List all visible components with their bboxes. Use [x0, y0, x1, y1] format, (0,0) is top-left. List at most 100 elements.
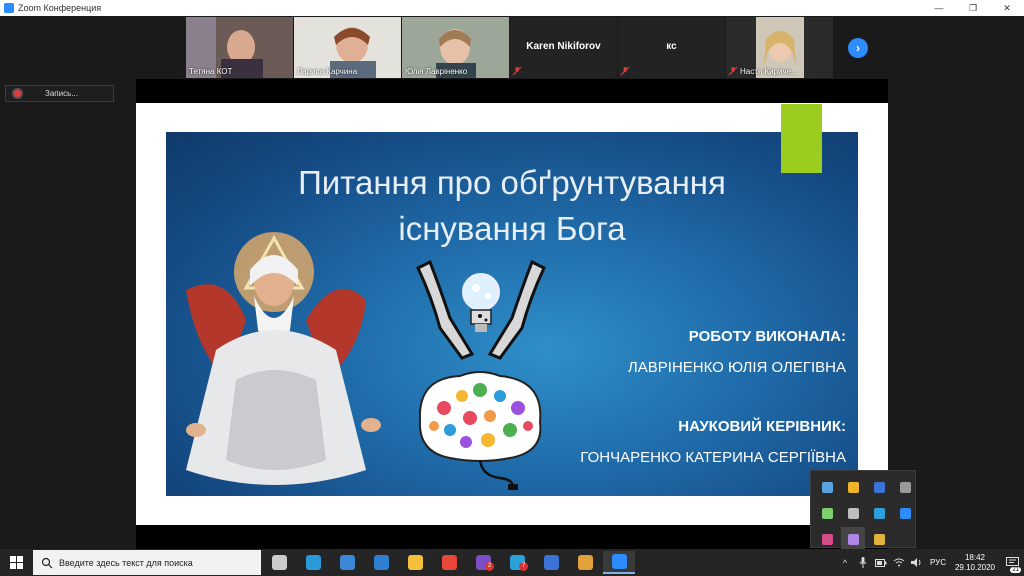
participant-name-large: кс [666, 41, 677, 52]
taskbar-app-task-view[interactable] [263, 551, 295, 574]
window-title: Zoom Конференция [18, 3, 102, 13]
presentation-slide: Питання про обґрунтування існування Бога [166, 132, 858, 496]
title-bar: Zoom Конференция — ❐ ✕ [0, 0, 1024, 16]
muted-mic-icon [512, 66, 522, 76]
tray-popup-item[interactable] [867, 527, 891, 551]
shared-screen-bottom-bar [136, 525, 888, 549]
tray-popup-item[interactable] [815, 527, 839, 551]
tray-popup-item[interactable] [815, 475, 839, 499]
mail-icon [373, 555, 389, 570]
tray-overflow-button[interactable]: ^ [836, 549, 854, 576]
taskbar-app-settings[interactable] [569, 551, 601, 574]
tray-popup-item[interactable] [893, 501, 917, 525]
clock-time: 18:42 [964, 552, 986, 562]
taskbar-search-box[interactable]: Введите здесь текст для поиска [33, 550, 261, 575]
recording-label: Запись... [45, 89, 78, 98]
unread-badge: 7 [519, 562, 528, 571]
wifi-icon[interactable] [890, 549, 908, 576]
unread-badge: 2 [485, 562, 494, 571]
advisor-heading: НАУКОВИЙ КЕРІВНИК: [678, 418, 846, 435]
participant-tile[interactable]: Настя Кириче... [726, 17, 833, 78]
tray-overflow-popup [810, 470, 917, 551]
participant-tile[interactable]: кс [618, 17, 725, 78]
shield-icon [821, 533, 833, 545]
record-icon [14, 90, 21, 97]
tray-popup-item[interactable] [815, 501, 839, 525]
zoom-window: Zoom Конференция — ❐ ✕ Тетяна КОТ Лариса… [0, 0, 1024, 576]
feather-icon [847, 533, 859, 545]
taskbar-app-store[interactable] [331, 551, 363, 574]
clock-date: 29.10.2020 [954, 562, 996, 572]
god-figure-illustration [186, 232, 381, 485]
brain-gears-icon [418, 371, 542, 491]
cloud-icon [847, 507, 859, 519]
muted-mic-icon [728, 66, 738, 76]
printer-icon [873, 533, 885, 545]
recording-button[interactable]: Запись... [5, 85, 114, 102]
task-view-icon [271, 555, 287, 570]
muted-mic-icon [620, 66, 630, 76]
settings-icon [577, 555, 593, 570]
taskbar-app-edge[interactable] [297, 551, 329, 574]
tray-popup-item[interactable] [841, 527, 865, 551]
edge-icon [305, 555, 321, 570]
participant-name: Тетяна КОТ [189, 67, 233, 76]
participant-name: Настя Кириче... [740, 67, 798, 76]
onedrive-icon [821, 481, 833, 493]
taskbar-clock[interactable]: 18:42 29.10.2020 [950, 553, 1000, 573]
zoom-icon [611, 554, 627, 569]
windows-taskbar: Введите здесь текст для поиска 2 7 ^ РУС … [0, 549, 1024, 576]
taskbar-app-explorer[interactable] [399, 551, 431, 574]
participant-strip: Тетяна КОТ Лариса Карчина Юлія Лавріненк… [186, 17, 834, 79]
participant-tile[interactable]: Тетяна КОТ [186, 17, 293, 78]
tray-popup-item[interactable] [867, 475, 891, 499]
tray-popup-item[interactable] [893, 475, 917, 499]
author-name: ЛАВРІНЕНКО ЮЛІЯ ОЛЕГІВНА [627, 359, 846, 376]
notification-count: 21 [1010, 567, 1021, 573]
participant-name-large: Karen Nikiforov [526, 41, 601, 52]
taskbar-app-telegram[interactable]: 7 [501, 551, 533, 574]
taskbar-app-zoom[interactable] [603, 551, 635, 574]
next-participants-button[interactable]: › [848, 38, 868, 58]
slide-accent-bar [781, 104, 822, 173]
search-placeholder: Введите здесь текст для поиска [59, 557, 193, 568]
participant-tile[interactable]: Karen Nikiforov [510, 17, 617, 78]
chrome-icon [441, 555, 457, 570]
telegram-tray-icon [873, 507, 885, 519]
hands-lightbulb-icon [416, 259, 546, 360]
maximize-button[interactable]: ❐ [956, 0, 990, 16]
volume-icon[interactable] [908, 549, 926, 576]
taskbar-app-viber[interactable]: 2 [467, 551, 499, 574]
taskbar-app-chrome[interactable] [433, 551, 465, 574]
participant-name: Лариса Карчина [297, 67, 358, 76]
advisor-name: ГОНЧАРЕНКО КАТЕРИНА СЕРГІЇВНА [580, 449, 846, 466]
close-button[interactable]: ✕ [990, 0, 1024, 16]
participant-tile[interactable]: Лариса Карчина [294, 17, 401, 78]
tray-popup-item[interactable] [841, 501, 865, 525]
participant-tile-active-speaker[interactable]: Юлія Лавріненко [402, 17, 509, 78]
notification-center-button[interactable]: 21 [1000, 549, 1024, 576]
tray-popup-item[interactable] [841, 475, 865, 499]
chat-icon [821, 507, 833, 519]
chevron-right-icon: › [856, 41, 860, 55]
taskbar-app-wps[interactable] [535, 551, 567, 574]
system-tray: ^ РУС 18:42 29.10.2020 21 [836, 549, 1024, 576]
author-heading: РОБОТУ ВИКОНАЛА: [688, 328, 846, 345]
windows-logo-icon [9, 556, 23, 569]
device-icon [899, 481, 911, 493]
minimize-button[interactable]: — [922, 0, 956, 16]
battery-icon[interactable] [872, 549, 890, 576]
explorer-icon [407, 555, 423, 570]
tray-popup-item[interactable] [867, 501, 891, 525]
taskbar-app-mail[interactable] [365, 551, 397, 574]
microphone-icon[interactable] [854, 549, 872, 576]
zoom-tray-icon [899, 507, 911, 519]
wps-tray-icon [873, 481, 885, 493]
slide-title-line-1: Питання про обґрунтування [298, 164, 726, 201]
zoom-app-icon [4, 3, 14, 13]
participant-name: Юлія Лавріненко [405, 67, 468, 76]
start-button[interactable] [0, 549, 32, 576]
input-language[interactable]: РУС [926, 558, 950, 567]
shared-screen-top-bar [136, 79, 888, 103]
wps-icon [543, 555, 559, 570]
